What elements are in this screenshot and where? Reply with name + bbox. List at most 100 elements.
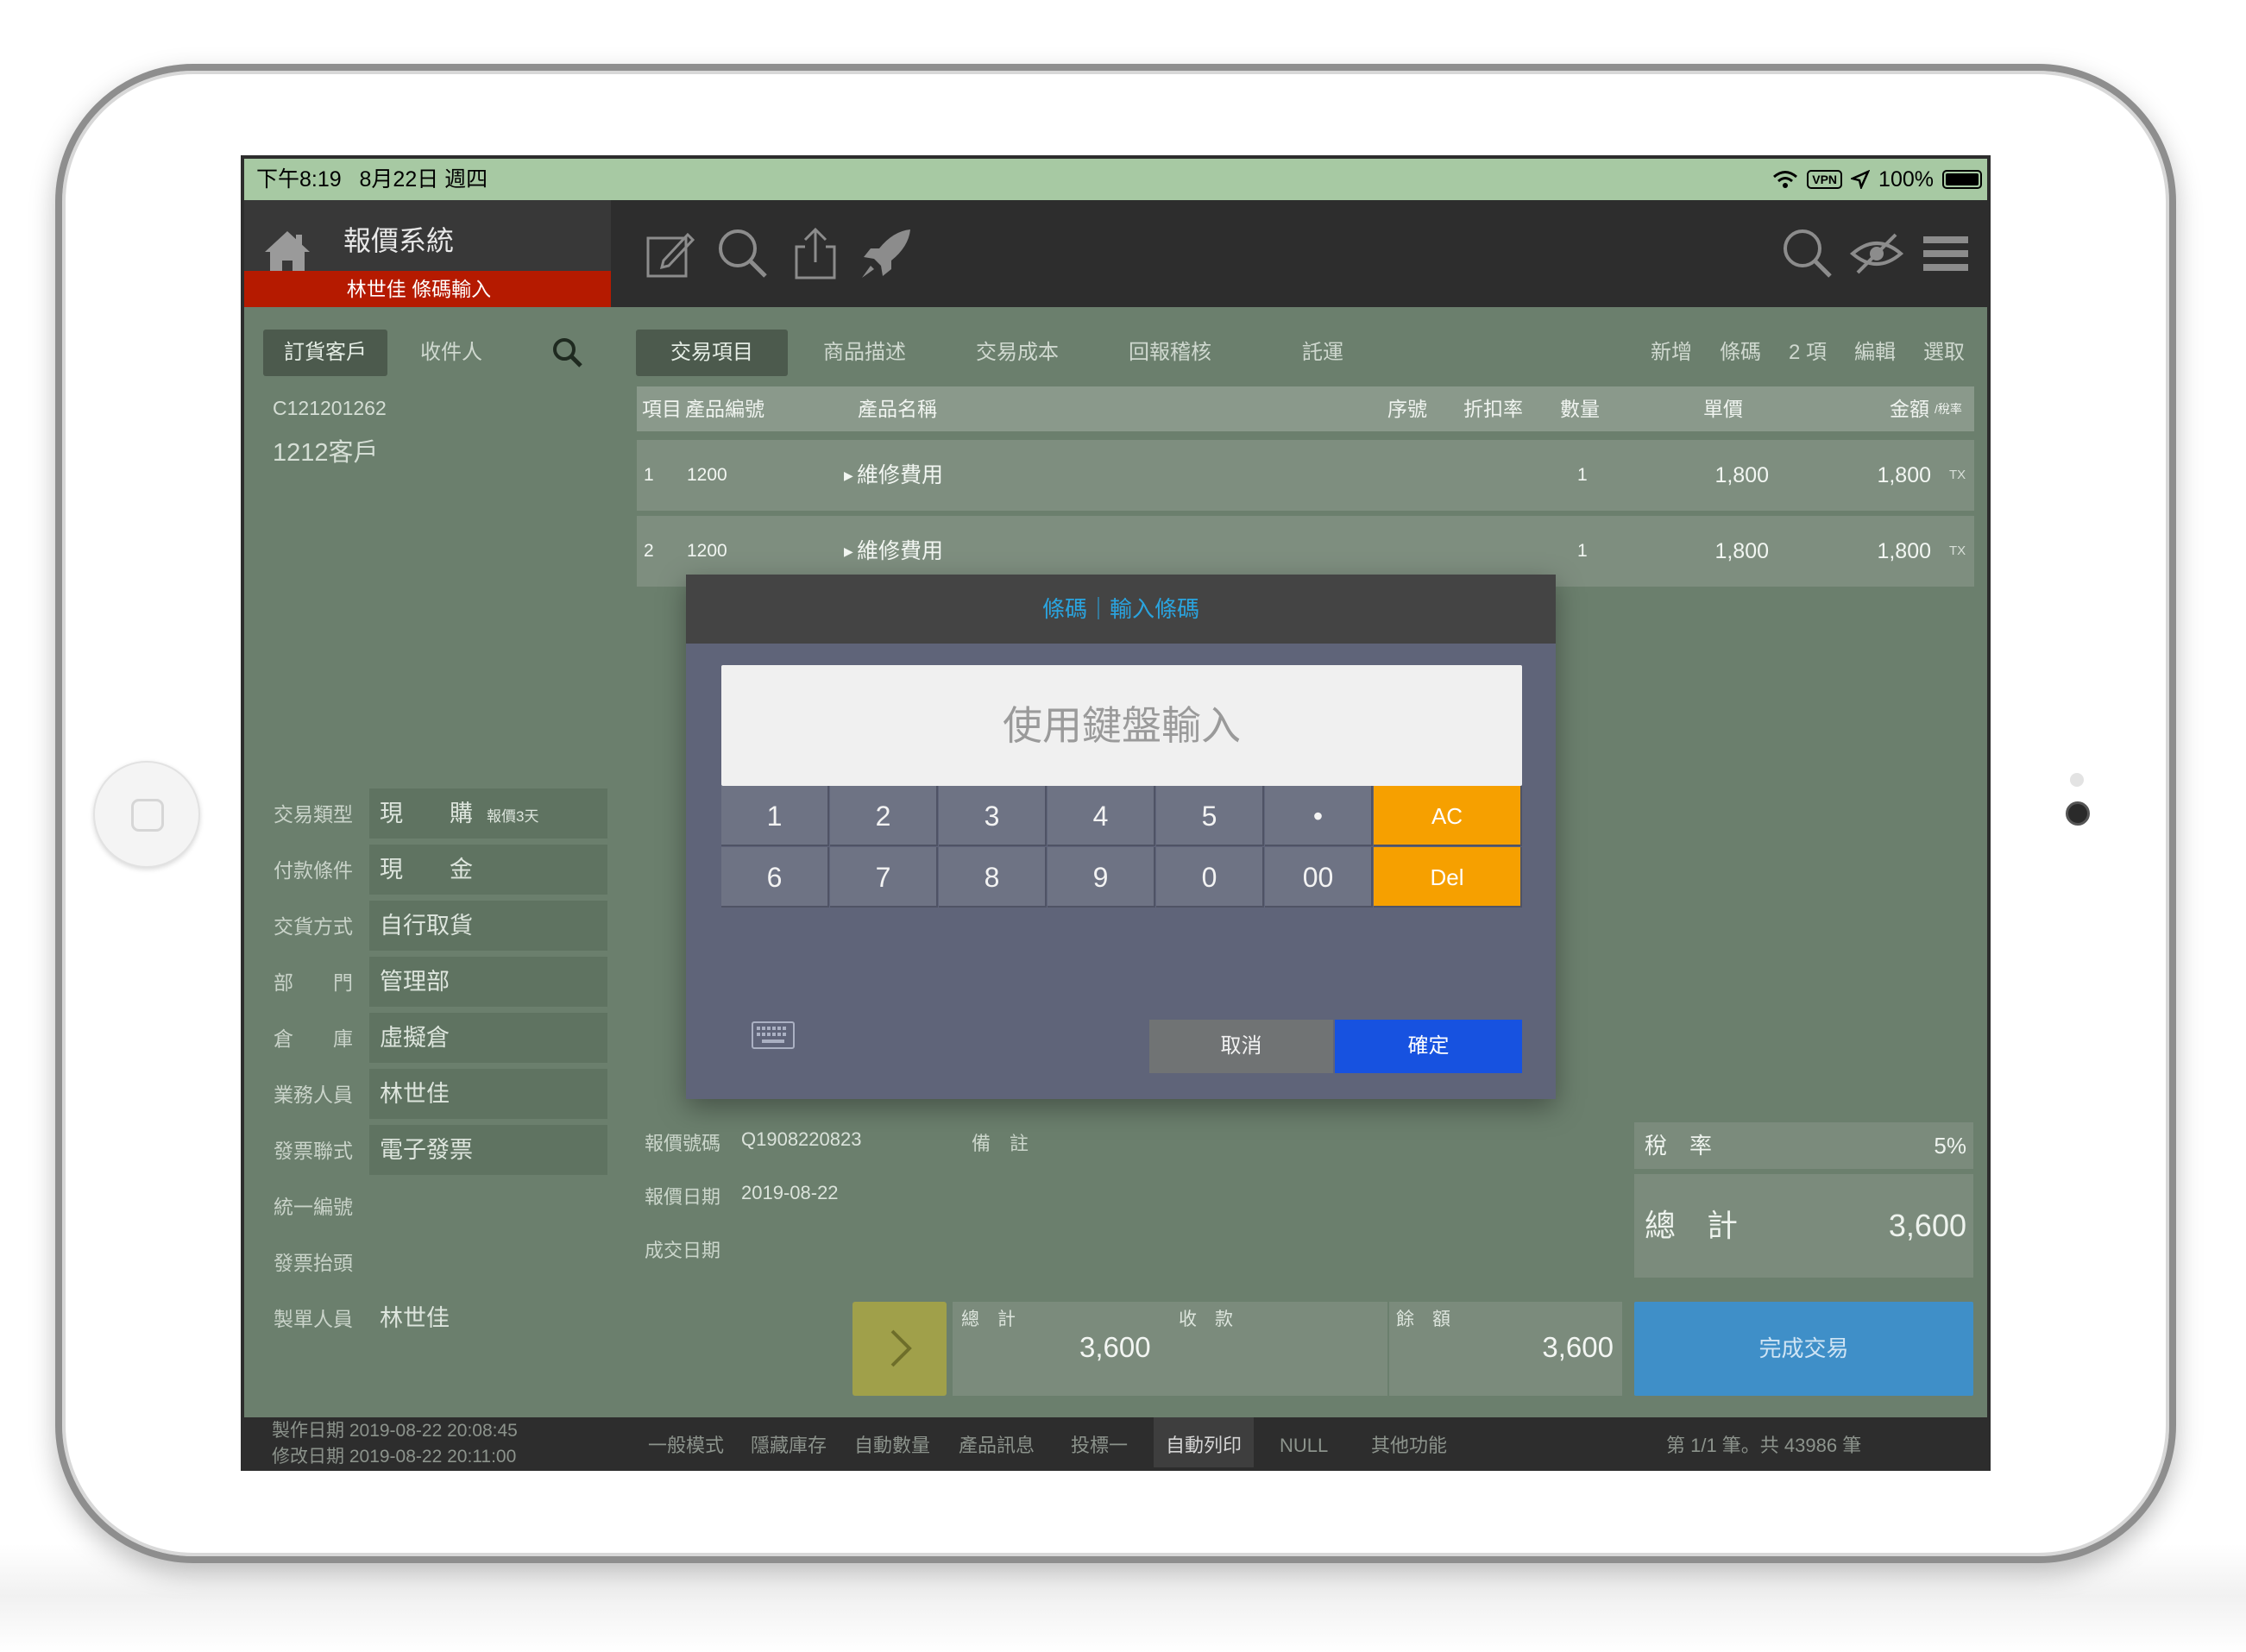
barcode-input[interactable]: 使用鍵盤輸入 — [721, 665, 1522, 786]
key-00[interactable]: 00 — [1265, 847, 1373, 908]
tab-order-customer[interactable]: 訂貨客戶 — [263, 330, 387, 376]
mode-null[interactable]: NULL — [1280, 1417, 1328, 1467]
quote-date-label: 報價日期 — [645, 1186, 721, 1208]
key-6[interactable]: 6 — [721, 847, 829, 908]
field-note: 報價3天 — [487, 808, 539, 825]
field-invoice-title[interactable]: 發票抬頭 — [244, 1237, 611, 1289]
tab-audit[interactable]: 回報稽核 — [1093, 330, 1247, 376]
field-invoice-type[interactable]: 發票聯式 電子發票 — [244, 1125, 611, 1177]
field-value[interactable]: 電子發票 — [369, 1125, 607, 1175]
tab-recipient[interactable]: 收件人 — [399, 330, 503, 376]
pay-total-value: 3,600 — [1079, 1331, 1151, 1363]
edit-icon[interactable] — [643, 226, 698, 281]
customer-name: 1212客戶 — [273, 439, 379, 467]
key-9[interactable]: 9 — [1048, 847, 1155, 908]
tab-shipping[interactable]: 託運 — [1247, 330, 1399, 376]
field-label: 業務人員 — [274, 1084, 353, 1106]
field-value[interactable]: 現 金 — [369, 845, 607, 895]
mode-auto-print[interactable]: 自動列印 — [1154, 1417, 1255, 1467]
col-item: 項目 — [642, 398, 682, 420]
brand-panel: 報價系統 林世佳 條碼輸入 — [244, 200, 611, 307]
app-title: 報價系統 — [343, 225, 455, 256]
field-value[interactable]: 管理部 — [369, 957, 607, 1007]
add-button[interactable]: 新增 — [1637, 330, 1706, 376]
key-2[interactable]: 2 — [830, 786, 938, 846]
key-5[interactable]: 5 — [1156, 786, 1264, 846]
key-3[interactable]: 3 — [939, 786, 1047, 846]
user-mode-banner: 林世佳 條碼輸入 — [244, 271, 611, 307]
front-sensor — [2070, 773, 2084, 787]
mode-bid[interactable]: 投標一 — [1071, 1417, 1128, 1467]
eye-off-icon[interactable] — [1849, 226, 1904, 281]
field-tax-id[interactable]: 統一編號 — [244, 1181, 611, 1233]
tab-items[interactable]: 交易項目 — [636, 330, 788, 376]
quote-no: Q1908220823 — [741, 1128, 862, 1150]
menu-icon[interactable] — [1918, 226, 1973, 281]
vpn-badge: VPN — [1807, 170, 1843, 189]
search-icon[interactable] — [1780, 226, 1835, 281]
home-icon[interactable] — [261, 226, 313, 278]
expand-payment-button[interactable] — [852, 1302, 947, 1396]
wifi-icon — [1773, 171, 1798, 188]
grand-total-box: 總 計 3,600 — [1634, 1174, 1973, 1278]
barcode-button[interactable]: 條碼 — [1706, 330, 1775, 376]
chevron-right-icon — [890, 1329, 912, 1367]
quote-no-label: 報價號碼 — [645, 1133, 721, 1154]
field-department[interactable]: 部 門 管理部 — [244, 957, 611, 1008]
field-value[interactable] — [369, 1181, 607, 1231]
home-button[interactable] — [93, 761, 200, 868]
numeric-keypad: 1 2 3 4 5 • AC 6 7 8 9 0 00 Del — [721, 786, 1522, 908]
mode-hide-stock[interactable]: 隱藏庫存 — [751, 1417, 827, 1467]
table-row[interactable]: 1 1200 ▶ 維修費用 1 1,800 1,800 TX — [637, 440, 1974, 511]
key-8[interactable]: 8 — [939, 847, 1047, 908]
cancel-button[interactable]: 取消 — [1149, 1020, 1333, 1073]
mode-product-info[interactable]: 產品訊息 — [959, 1417, 1035, 1467]
search-icon[interactable] — [715, 226, 771, 281]
field-label: 發票抬頭 — [274, 1252, 353, 1274]
keyboard-icon[interactable] — [752, 1021, 795, 1049]
key-1[interactable]: 1 — [721, 786, 829, 846]
field-value[interactable] — [369, 1237, 607, 1287]
confirm-button[interactable]: 確定 — [1335, 1020, 1522, 1073]
col-qty: 數量 — [1560, 398, 1600, 420]
tax-rate-value: 5% — [1934, 1133, 1966, 1159]
share-icon[interactable] — [788, 226, 843, 281]
col-amount: 金額 — [1890, 398, 1929, 420]
field-value[interactable]: 現 購報價3天 — [369, 788, 607, 839]
expand-arrow-icon[interactable]: ▶ — [844, 440, 853, 511]
key-7[interactable]: 7 — [830, 847, 938, 908]
field-warehouse[interactable]: 倉 庫 虛擬倉 — [244, 1013, 611, 1065]
mode-normal[interactable]: 一般模式 — [648, 1417, 724, 1467]
dialog-title: 條碼｜輸入條碼 — [686, 575, 1556, 644]
field-delivery-method[interactable]: 交貨方式 自行取貨 — [244, 901, 611, 952]
key-0[interactable]: 0 — [1156, 847, 1264, 908]
tax-rate-box: 稅 率 5% — [1634, 1122, 1973, 1169]
field-value[interactable]: 自行取貨 — [369, 901, 607, 951]
rocket-icon[interactable] — [859, 226, 914, 281]
edit-button[interactable]: 編輯 — [1840, 330, 1909, 376]
key-dot[interactable]: • — [1265, 786, 1373, 846]
col-discount: 折扣率 — [1463, 398, 1523, 420]
tab-cost[interactable]: 交易成本 — [941, 330, 1093, 376]
key-clear[interactable]: AC — [1374, 786, 1522, 846]
col-price: 單價 — [1703, 398, 1743, 420]
customer-tabs: 訂貨客戶 收件人 — [263, 330, 617, 376]
key-4[interactable]: 4 — [1048, 786, 1155, 846]
mode-auto-qty[interactable]: 自動數量 — [854, 1417, 930, 1467]
balance-value: 3,600 — [1542, 1331, 1614, 1363]
select-button[interactable]: 選取 — [1909, 330, 1979, 376]
status-datetime: 下午8:19 8月22日 週四 — [256, 159, 488, 200]
tab-description[interactable]: 商品描述 — [788, 330, 941, 376]
field-salesperson[interactable]: 業務人員 林世佳 — [244, 1069, 611, 1121]
status-time: 下午8:19 — [256, 167, 342, 192]
finish-transaction-button[interactable]: 完成交易 — [1634, 1302, 1973, 1396]
field-value[interactable]: 虛擬倉 — [369, 1013, 607, 1063]
field-value[interactable]: 林世佳 — [369, 1069, 607, 1119]
field-label: 交易類型 — [274, 803, 353, 826]
key-delete[interactable]: Del — [1374, 847, 1522, 908]
customer-search-icon[interactable] — [551, 336, 584, 369]
mode-other[interactable]: 其他功能 — [1371, 1417, 1447, 1467]
row-amount: 1,800 — [1877, 463, 1931, 487]
field-transaction-type[interactable]: 交易類型 現 購報價3天 — [244, 788, 611, 840]
field-payment-terms[interactable]: 付款條件 現 金 — [244, 845, 611, 896]
